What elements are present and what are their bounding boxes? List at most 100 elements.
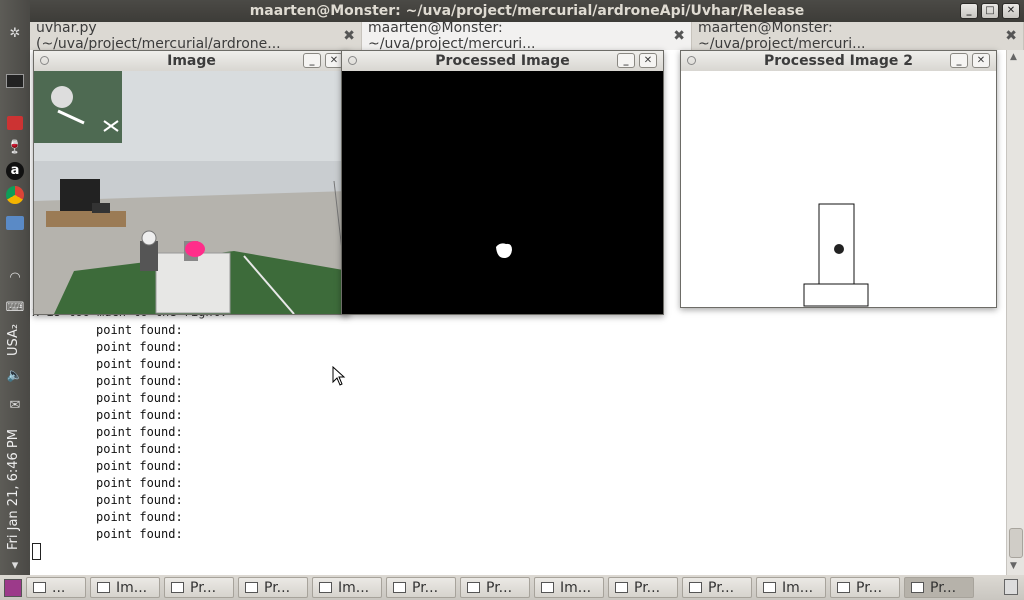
window-titlebar[interactable]: maarten@Monster: ~/uva/project/mercurial…	[30, 0, 1024, 22]
taskbar-item-label: Pr...	[708, 579, 735, 596]
window-menu-icon[interactable]	[687, 56, 696, 65]
taskbar-item[interactable]: Pr...	[386, 577, 456, 598]
window-icon	[33, 582, 46, 593]
window-icon	[393, 582, 406, 593]
keyboard-icon[interactable]: ⌨	[5, 298, 25, 316]
tab-label: maarten@Monster: ~/uva/project/mercuri..…	[698, 20, 866, 52]
taskbar-item[interactable]: Pr...	[164, 577, 234, 598]
scroll-thumb[interactable]	[1009, 528, 1023, 558]
close-button[interactable]: ✕	[972, 53, 990, 68]
taskbar-item-label: Pr...	[264, 579, 291, 596]
camera-feed-image	[34, 71, 349, 314]
minimize-button[interactable]: _	[960, 3, 978, 19]
taskbar-item[interactable]: Pr...	[608, 577, 678, 598]
minimize-button[interactable]: _	[617, 53, 635, 68]
taskbar-item[interactable]: Im...	[312, 577, 382, 598]
scroll-down-icon[interactable]: ▼	[1010, 561, 1017, 571]
terminal-line: point found:	[96, 391, 183, 405]
clock[interactable]: Fri Jan 21, 6:46 PM	[6, 429, 21, 550]
processed-image-window-titlebar[interactable]: Processed Image _ ✕	[342, 51, 663, 71]
close-tab-icon[interactable]: ✖	[673, 28, 685, 44]
terminal-line: point found:	[96, 374, 183, 388]
terminal-line: point found:	[96, 340, 183, 354]
maximize-button[interactable]: □	[981, 3, 999, 19]
left-panel: ✲ 🍷 a ◠ ⌨ USA₂ 🔈 ✉ Fri Jan 21, 6:46 PM ▾	[0, 0, 30, 600]
image-window: Image _ ✕	[33, 50, 350, 315]
window-menu-icon[interactable]	[348, 56, 357, 65]
processed-image-2-window-titlebar[interactable]: Processed Image 2 _ ✕	[681, 51, 996, 71]
taskbar-item-label: Pr...	[412, 579, 439, 596]
window-icon	[467, 582, 480, 593]
tab-bar: uvhar.py (~/uva/project/mercurial/ardron…	[30, 20, 1024, 52]
taskbar-item-label: Pr...	[190, 579, 217, 596]
terminal-line: point found:	[96, 442, 183, 456]
terminal-line: point found:	[96, 459, 183, 473]
wifi-icon[interactable]: ◠	[5, 268, 25, 286]
close-button[interactable]: ✕	[1002, 3, 1020, 19]
processed-image-window-title: Processed Image	[435, 53, 570, 69]
processed-image-window: Processed Image _ ✕	[341, 50, 664, 315]
window-icon	[763, 582, 776, 593]
mail-icon[interactable]: ✉	[5, 396, 25, 414]
terminal-scrollbar[interactable]: ▲ ▼	[1006, 50, 1024, 575]
taskbar: ... Im... Pr... Pr... Im... Pr... Pr... Im... Pr…	[0, 575, 1024, 600]
terminal-cursor	[32, 543, 41, 560]
processed-image-2-window-title: Processed Image 2	[763, 53, 913, 69]
close-button[interactable]: ✕	[639, 53, 657, 68]
tab-label: maarten@Monster: ~/uva/project/mercuri..…	[368, 20, 536, 52]
window-icon	[689, 582, 702, 593]
taskbar-item[interactable]: ...	[26, 577, 86, 598]
tab-terminal-1[interactable]: maarten@Monster: ~/uva/project/mercuri..…	[362, 20, 692, 52]
minimize-button[interactable]: _	[950, 53, 968, 68]
window-icon	[615, 582, 628, 593]
close-tab-icon[interactable]: ✖	[343, 28, 355, 44]
image-window-title: Image	[167, 53, 216, 69]
ubuntu-logo-icon[interactable]: ✲	[5, 24, 25, 42]
terminal-line: point found:	[96, 425, 183, 439]
taskbar-item-label: Pr...	[486, 579, 513, 596]
window-icon	[541, 582, 554, 593]
taskbar-item[interactable]: Pr...	[238, 577, 308, 598]
scroll-up-icon[interactable]: ▲	[1010, 52, 1017, 62]
taskbar-item[interactable]: Pr...	[830, 577, 900, 598]
taskbar-item[interactable]: Pr...	[904, 577, 974, 598]
terminal-launcher-icon[interactable]	[5, 72, 25, 90]
terminal-line: point found:	[96, 408, 183, 422]
tab-terminal-2[interactable]: maarten@Monster: ~/uva/project/mercuri..…	[692, 20, 1024, 52]
taskbar-item-label: Pr...	[634, 579, 661, 596]
minimize-button[interactable]: _	[303, 53, 321, 68]
screenshot-icon[interactable]	[5, 114, 25, 132]
terminal-line: point found:	[96, 357, 183, 371]
taskbar-item-label: Pr...	[930, 579, 957, 596]
close-tab-icon[interactable]: ✖	[1005, 28, 1017, 44]
window-menu-icon[interactable]	[40, 56, 49, 65]
taskbar-item[interactable]: Im...	[534, 577, 604, 598]
image-window-titlebar[interactable]: Image _ ✕	[34, 51, 349, 71]
taskbar-item[interactable]: Im...	[756, 577, 826, 598]
window-icon	[837, 582, 850, 593]
terminal-line: point found:	[96, 476, 183, 490]
volume-icon[interactable]: 🔈	[5, 366, 25, 384]
processed-mask-image	[342, 71, 663, 314]
taskbar-item-label: ...	[52, 579, 66, 596]
taskbar-item[interactable]: Pr...	[460, 577, 530, 598]
show-desktop-icon[interactable]	[4, 578, 22, 597]
fish-icon[interactable]	[5, 214, 25, 232]
amazon-icon[interactable]: a	[5, 162, 25, 180]
window-icon	[911, 582, 924, 593]
keyboard-layout[interactable]: USA₂	[6, 324, 21, 356]
terminal-line: point found:	[96, 493, 183, 507]
trash-icon[interactable]	[1004, 579, 1018, 595]
taskbar-item-label: Im...	[782, 579, 814, 596]
window-icon	[319, 582, 332, 593]
chrome-icon[interactable]	[5, 186, 25, 204]
wine-icon[interactable]: 🍷	[5, 138, 25, 156]
taskbar-item[interactable]: Im...	[90, 577, 160, 598]
window-icon	[171, 582, 184, 593]
target-point	[834, 244, 844, 254]
panel-scroll-down-icon[interactable]: ▾	[5, 556, 25, 574]
tab-uvhar[interactable]: uvhar.py (~/uva/project/mercurial/ardron…	[30, 20, 362, 52]
window-icon	[245, 582, 258, 593]
taskbar-item[interactable]: Pr...	[682, 577, 752, 598]
taskbar-item-label: Im...	[560, 579, 592, 596]
